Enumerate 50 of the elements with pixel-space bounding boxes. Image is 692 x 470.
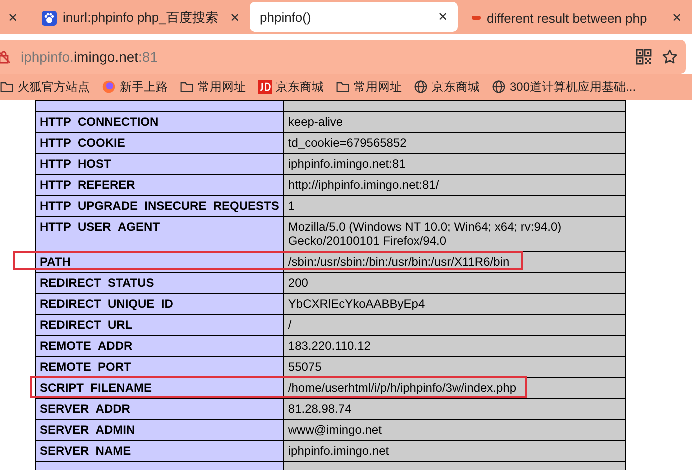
bookmark-item[interactable]: 300道计算机应用基础... xyxy=(492,78,636,96)
table-cell: HTTP_COOKIE xyxy=(36,132,284,154)
table-cell: REDIRECT_UNIQUE_ID xyxy=(36,294,284,314)
table-cell: iphpinfo.imingo.net xyxy=(284,440,626,462)
table-cell: Mozilla/5.0 (Windows NT 10.0; Win64; x64; rv:94.0) Gecko/20100101 Firefox/94.0 xyxy=(284,216,626,252)
table-cell: YbCXRlEcYkoAABByEp4 xyxy=(284,294,626,314)
bookmark-item[interactable]: 新手上路 xyxy=(102,78,168,96)
dash-icon xyxy=(472,16,481,20)
table-cell: 1 xyxy=(284,196,626,216)
table-cell: HTTP_CONNECTION xyxy=(36,112,284,132)
folder-icon xyxy=(180,80,194,94)
table-cell: 81.28.98.74 xyxy=(284,398,626,420)
bookmark-item[interactable]: 火狐官方站点 xyxy=(0,78,90,96)
insecure-lock-icon xyxy=(0,50,11,64)
table-cell: SERVER_NAME xyxy=(36,440,284,462)
star-icon[interactable] xyxy=(662,49,678,65)
fox-logo-icon xyxy=(102,80,116,94)
table-cell: 55075 xyxy=(284,356,626,378)
close-icon[interactable]: ✕ xyxy=(8,11,18,25)
table-cell: 200 xyxy=(284,272,626,294)
table-cell: SERVER_ADMIN xyxy=(36,420,284,440)
table-cell: / xyxy=(284,314,626,336)
table-cell: SERVER_ADDR xyxy=(36,398,284,420)
bookmark-item[interactable]: 京东商城 xyxy=(414,78,480,96)
table-cell: REDIRECT_URL xyxy=(36,314,284,336)
table-cell: HTTP_REFERER xyxy=(36,174,284,196)
bookmark-item[interactable]: 常用网址 xyxy=(180,78,246,96)
bookmark-item[interactable]: 京东商城 xyxy=(258,78,324,96)
browser-tab[interactable]: phpinfo() ✕ xyxy=(250,2,458,32)
table-cell: HTTP_USER_AGENT xyxy=(36,216,284,252)
table-cell: http://iphpinfo.imingo.net:81/ xyxy=(284,174,626,196)
qr-code-icon[interactable] xyxy=(636,49,652,65)
table-cell: HTTP_UPGRADE_INSECURE_REQUESTS xyxy=(36,196,284,216)
folder-icon xyxy=(336,80,350,94)
globe-icon xyxy=(414,80,428,94)
table-cell: REMOTE_ADDR xyxy=(36,336,284,356)
table-cell: www@imingo.net xyxy=(284,420,626,440)
address-bar[interactable]: iphpinfo.imingo.net:81 xyxy=(0,40,686,74)
table-cell: HTTP_HOST xyxy=(36,154,284,174)
table-cell: keep-alive xyxy=(284,112,626,132)
jd-logo-icon xyxy=(258,80,272,94)
paw-icon xyxy=(42,10,57,26)
table-cell: REDIRECT_STATUS xyxy=(36,272,284,294)
bookmark-item[interactable]: 常用网址 xyxy=(336,78,402,96)
globe-icon xyxy=(492,80,506,94)
table-cell: 183.220.110.12 xyxy=(284,336,626,356)
table-cell: REMOTE_PORT xyxy=(36,356,284,378)
table-cell: iphpinfo.imingo.net:81 xyxy=(284,154,626,174)
folder-icon xyxy=(0,80,14,94)
table-cell: td_cookie=679565852 xyxy=(284,132,626,154)
